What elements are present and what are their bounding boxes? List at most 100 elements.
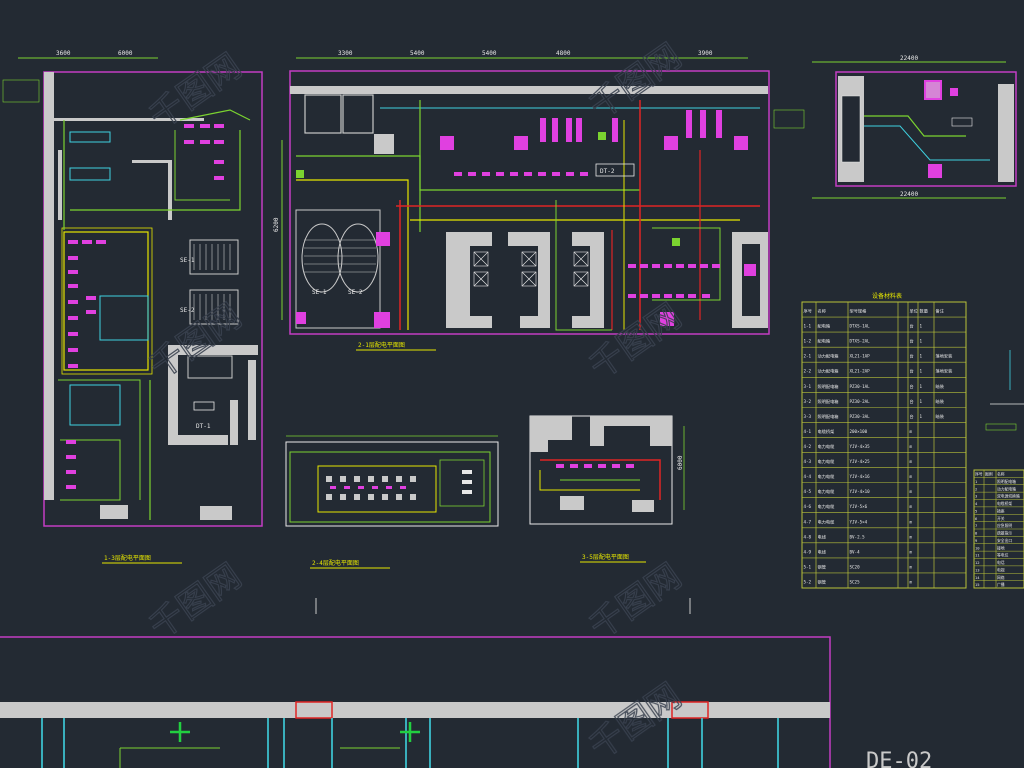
schedule-cell: 配电箱 bbox=[818, 323, 831, 330]
legend-header-cell: 名称 bbox=[997, 472, 1005, 477]
schedule-cell: 电线 bbox=[818, 533, 827, 539]
legend-name-cell: 电缆桥架 bbox=[997, 501, 1012, 506]
legend-name-cell: 应急照明 bbox=[997, 523, 1012, 528]
schedule-cell: 4-1 bbox=[804, 429, 812, 434]
legend-index-cell: 5 bbox=[975, 508, 977, 513]
schedule-header-cell: 名称 bbox=[818, 308, 826, 315]
left-plan-title: 1-3层配电平面图 bbox=[104, 554, 151, 562]
legend-name-cell: 开关 bbox=[997, 516, 1005, 521]
legend-name-cell: 疏散指示 bbox=[997, 531, 1012, 536]
schedule-cell: DTXS-2AL bbox=[850, 339, 871, 344]
schedule-cell: 4-9 bbox=[804, 549, 812, 554]
schedule-cell: 台 bbox=[910, 413, 914, 420]
left-escalator-label-b: SE-2 bbox=[180, 307, 195, 314]
schedule-cell: YJV-5×6 bbox=[850, 504, 868, 509]
schedule-header-cell: 单位 bbox=[910, 308, 918, 315]
left-dim-1: 3600 bbox=[56, 50, 71, 57]
legend-name-cell: 网络 bbox=[997, 575, 1005, 580]
legend-index-cell: 7 bbox=[975, 523, 977, 528]
schedule-cell: 1-1 bbox=[804, 324, 812, 329]
legend-name-cell: 等电位 bbox=[997, 553, 1009, 558]
schedule-cell: SC25 bbox=[850, 579, 861, 584]
schedule-cell: 5-1 bbox=[804, 564, 812, 569]
legend-index-cell: 2 bbox=[975, 486, 977, 491]
legend-name-cell: 电视 bbox=[997, 567, 1005, 572]
right-small-plan-title: 3-5层配电平面图 bbox=[582, 553, 629, 561]
schedule-cell: 落地安装 bbox=[936, 368, 954, 375]
center-panel-label: DT-2 bbox=[600, 168, 615, 175]
legend-name-cell: 接地 bbox=[997, 545, 1005, 550]
left-dim-2: 6000 bbox=[118, 50, 133, 57]
schedule-cell: 4-5 bbox=[804, 489, 812, 494]
schedule-cell: YJV-5×4 bbox=[850, 519, 868, 524]
legend-name-cell: 动力配电箱 bbox=[997, 486, 1016, 491]
schedule-cell: 2-2 bbox=[804, 369, 812, 374]
schedule-cell: 4-6 bbox=[804, 504, 812, 509]
schedule-cell: 台 bbox=[910, 368, 914, 375]
schedule-cell: 电力电缆 bbox=[818, 443, 836, 450]
schedule-cell: 台 bbox=[910, 398, 914, 405]
upper-right-dim-top: 22400 bbox=[900, 55, 918, 62]
schedule-cell: PZ30-1AL bbox=[850, 384, 871, 389]
schedule-cell: 电力电缆 bbox=[818, 488, 836, 495]
schedule-cell: 电缆桥架 bbox=[818, 428, 835, 435]
center-dim-2: 5400 bbox=[410, 50, 425, 57]
schedule-cell: PZ30-2AL bbox=[850, 399, 871, 404]
left-escalator-label-a: SE-1 bbox=[180, 257, 195, 264]
right-small-side-dim: 6000 bbox=[677, 455, 684, 470]
legend-name-cell: 电话 bbox=[997, 560, 1005, 565]
center-dim-5: 3900 bbox=[698, 50, 713, 57]
legend-index-cell: 15 bbox=[975, 582, 980, 587]
center-dim-3: 5400 bbox=[482, 50, 497, 57]
schedule-cell: BV-2.5 bbox=[850, 534, 866, 539]
schedule-cell: 5-2 bbox=[804, 579, 812, 584]
legend-name-cell: 广播 bbox=[997, 582, 1005, 587]
schedule-cell: 动力配电箱 bbox=[818, 368, 839, 375]
schedule-cell: 电线 bbox=[818, 548, 827, 554]
bottom-drawing-label: DE-02 bbox=[866, 749, 932, 768]
schedule-cell: BV-4 bbox=[850, 549, 861, 554]
schedule-cell: 动力配电箱 bbox=[818, 353, 839, 360]
upper-right-dim-bottom: 22400 bbox=[900, 191, 918, 198]
schedule-cell: 台 bbox=[910, 383, 914, 390]
schedule-cell: 3-2 bbox=[804, 399, 812, 404]
schedule-cell: 照明配电箱 bbox=[818, 398, 839, 405]
schedule-header-cell: 序号 bbox=[804, 308, 812, 315]
schedule-cell: 4-3 bbox=[804, 459, 812, 464]
schedule-cell: 配电箱 bbox=[818, 338, 831, 345]
schedule-cell: XL21-2AP bbox=[850, 369, 871, 374]
schedule-cell: 2-1 bbox=[804, 354, 812, 359]
schedule-cell: 暗装 bbox=[936, 413, 945, 420]
schedule-cell: 暗装 bbox=[936, 383, 945, 390]
schedule-cell: 台 bbox=[910, 353, 914, 360]
schedule-cell: 照明配电箱 bbox=[818, 383, 839, 390]
schedule-cell: 暗装 bbox=[936, 398, 945, 405]
schedule-cell: DTXS-1AL bbox=[850, 324, 871, 329]
schedule-header-cell: 型号规格 bbox=[850, 308, 868, 315]
legend-index-cell: 3 bbox=[975, 494, 977, 499]
center-dim-4: 4800 bbox=[556, 50, 571, 57]
schedule-header-cell: 数量 bbox=[920, 308, 928, 315]
schedule-cell: XL21-1AP bbox=[850, 354, 871, 359]
legend-index-cell: 11 bbox=[975, 553, 980, 558]
schedule-cell: 电力电缆 bbox=[818, 518, 836, 525]
schedule-cell: 台 bbox=[910, 323, 914, 330]
schedule-title: 设备材料表 bbox=[872, 292, 902, 300]
schedule-cell: 台 bbox=[910, 338, 914, 345]
legend-index-cell: 14 bbox=[975, 575, 980, 580]
legend-index-cell: 12 bbox=[975, 560, 980, 565]
left-panel-label: DT-1 bbox=[196, 423, 211, 430]
schedule-cell: 电力电缆 bbox=[818, 473, 836, 480]
center-stair-label-a: SE-1 bbox=[312, 289, 327, 296]
legend-name-cell: 照明配电箱 bbox=[997, 479, 1016, 484]
middle-small-plan-title: 2-4层配电平面图 bbox=[312, 559, 359, 567]
legend-name-cell: 插座 bbox=[997, 508, 1005, 513]
schedule-cell: 1-2 bbox=[804, 339, 812, 344]
schedule-cell: 电力电缆 bbox=[818, 503, 836, 510]
schedule-cell: PZ30-3AL bbox=[850, 414, 871, 419]
schedule-cell: 4-2 bbox=[804, 444, 812, 449]
schedule-cell: 钢管 bbox=[818, 578, 826, 585]
center-side-dim: 6200 bbox=[273, 217, 280, 232]
cad-drawing-canvas: 3600 6000 SE-1 SE-2 DT-1 1-3层配电平面图 3300 … bbox=[0, 0, 1024, 768]
legend-header-cell: 序号 bbox=[975, 472, 983, 477]
